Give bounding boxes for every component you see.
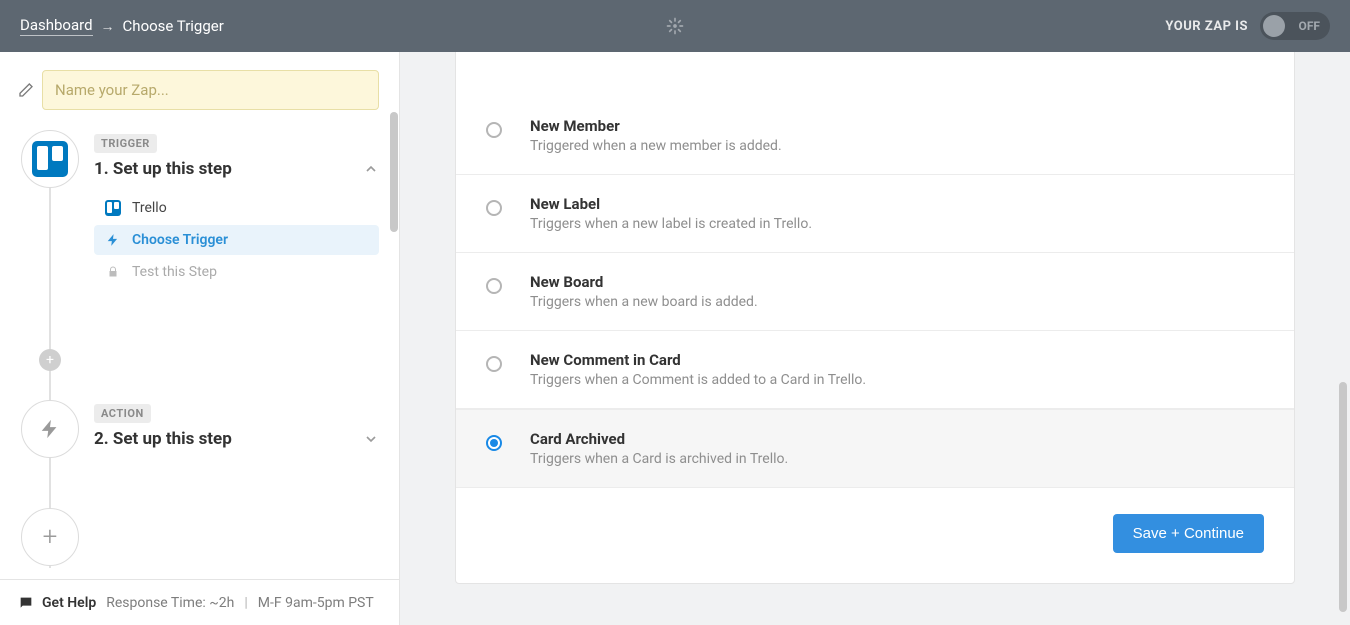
app-header: Dashboard → Choose Trigger YOUR ZAP IS O… bbox=[0, 0, 1350, 52]
zap-toggle[interactable]: OFF bbox=[1260, 12, 1330, 40]
get-help-link[interactable]: Get Help bbox=[18, 595, 96, 611]
option-desc: Triggers when a new board is added. bbox=[530, 294, 758, 310]
plus-icon: + bbox=[46, 353, 54, 367]
substep-app-label: Trello bbox=[132, 200, 167, 216]
radio-icon bbox=[486, 435, 502, 451]
chevron-down-icon bbox=[363, 431, 379, 447]
option-desc: Triggers when a new label is created in … bbox=[530, 216, 812, 232]
breadcrumb-arrow-icon: → bbox=[101, 18, 115, 35]
trigger-options-card: New Member Triggered when a new member i… bbox=[455, 52, 1295, 584]
substep-test[interactable]: Test this Step bbox=[94, 257, 379, 287]
option-new-label[interactable]: New Label Triggers when a new label is c… bbox=[456, 175, 1294, 253]
option-new-member[interactable]: New Member Triggered when a new member i… bbox=[456, 97, 1294, 175]
step1-title-text: 1. Set up this step bbox=[94, 159, 232, 179]
toggle-text: OFF bbox=[1299, 19, 1320, 33]
add-step-between-button[interactable]: + bbox=[39, 349, 61, 371]
response-time-text: Response Time: ~2h bbox=[106, 595, 234, 611]
trigger-options-list: New Member Triggered when a new member i… bbox=[456, 61, 1294, 488]
sidebar-footer: Get Help Response Time: ~2h | M-F 9am-5p… bbox=[0, 579, 399, 625]
option-new-comment[interactable]: New Comment in Card Triggers when a Comm… bbox=[456, 331, 1294, 409]
lock-icon bbox=[104, 266, 122, 278]
option-desc: Triggers when a Card is archived in Trel… bbox=[530, 451, 788, 467]
substep-app[interactable]: Trello bbox=[94, 193, 379, 223]
step2-title[interactable]: 2. Set up this step bbox=[94, 429, 379, 449]
content-area: New Member Triggered when a new member i… bbox=[400, 52, 1350, 625]
trello-small-icon bbox=[104, 200, 122, 216]
step2-bubble[interactable] bbox=[21, 400, 79, 458]
content-scrollbar[interactable] bbox=[1339, 382, 1347, 612]
chat-icon bbox=[18, 595, 34, 611]
sidebar: Name your Zap... TRIGGER 1. Set up this … bbox=[0, 52, 400, 625]
option-desc: Triggers when a Comment is added to a Ca… bbox=[530, 372, 866, 388]
trello-icon bbox=[32, 141, 68, 177]
radio-icon bbox=[486, 278, 502, 294]
breadcrumb: Dashboard → Choose Trigger bbox=[20, 16, 224, 36]
option-card-archived[interactable]: Card Archived Triggers when a Card is ar… bbox=[456, 409, 1294, 488]
zapier-logo-icon bbox=[665, 16, 685, 36]
hours-text: M-F 9am-5pm PST bbox=[258, 595, 374, 611]
toggle-knob bbox=[1263, 15, 1285, 37]
zap-name-input[interactable]: Name your Zap... bbox=[42, 70, 379, 110]
save-continue-button[interactable]: Save + Continue bbox=[1113, 514, 1264, 553]
plus-large-icon: + bbox=[43, 522, 58, 552]
substep-choose-trigger-label: Choose Trigger bbox=[132, 232, 228, 248]
footer-separator: | bbox=[244, 595, 247, 611]
add-step-button[interactable]: + bbox=[21, 508, 79, 566]
breadcrumb-current: Choose Trigger bbox=[123, 17, 224, 35]
trigger-tag: TRIGGER bbox=[94, 134, 157, 153]
option-title: New Label bbox=[530, 195, 812, 213]
action-tag: ACTION bbox=[94, 404, 151, 423]
header-status: YOUR ZAP IS OFF bbox=[1165, 12, 1330, 40]
option-desc: Triggered when a new member is added. bbox=[530, 138, 782, 154]
radio-icon bbox=[486, 356, 502, 372]
option-title: New Board bbox=[530, 273, 758, 291]
pencil-icon[interactable] bbox=[18, 82, 34, 98]
option-new-board[interactable]: New Board Triggers when a new board is a… bbox=[456, 253, 1294, 331]
bolt-icon bbox=[104, 233, 122, 247]
substep-choose-trigger[interactable]: Choose Trigger bbox=[94, 225, 379, 255]
get-help-label: Get Help bbox=[42, 595, 96, 611]
step1-title[interactable]: 1. Set up this step bbox=[94, 159, 379, 179]
radio-icon bbox=[486, 122, 502, 138]
option-title: New Comment in Card bbox=[530, 351, 866, 369]
step1-app-bubble[interactable] bbox=[21, 130, 79, 188]
zap-status-label: YOUR ZAP IS bbox=[1165, 19, 1248, 34]
substep-test-label: Test this Step bbox=[132, 264, 217, 280]
step2-title-text: 2. Set up this step bbox=[94, 429, 232, 449]
chevron-up-icon bbox=[363, 161, 379, 177]
option-title: New Member bbox=[530, 117, 782, 135]
bolt-gray-icon bbox=[39, 418, 61, 440]
breadcrumb-dashboard[interactable]: Dashboard bbox=[20, 16, 93, 36]
radio-icon bbox=[486, 200, 502, 216]
option-title: Card Archived bbox=[530, 430, 788, 448]
